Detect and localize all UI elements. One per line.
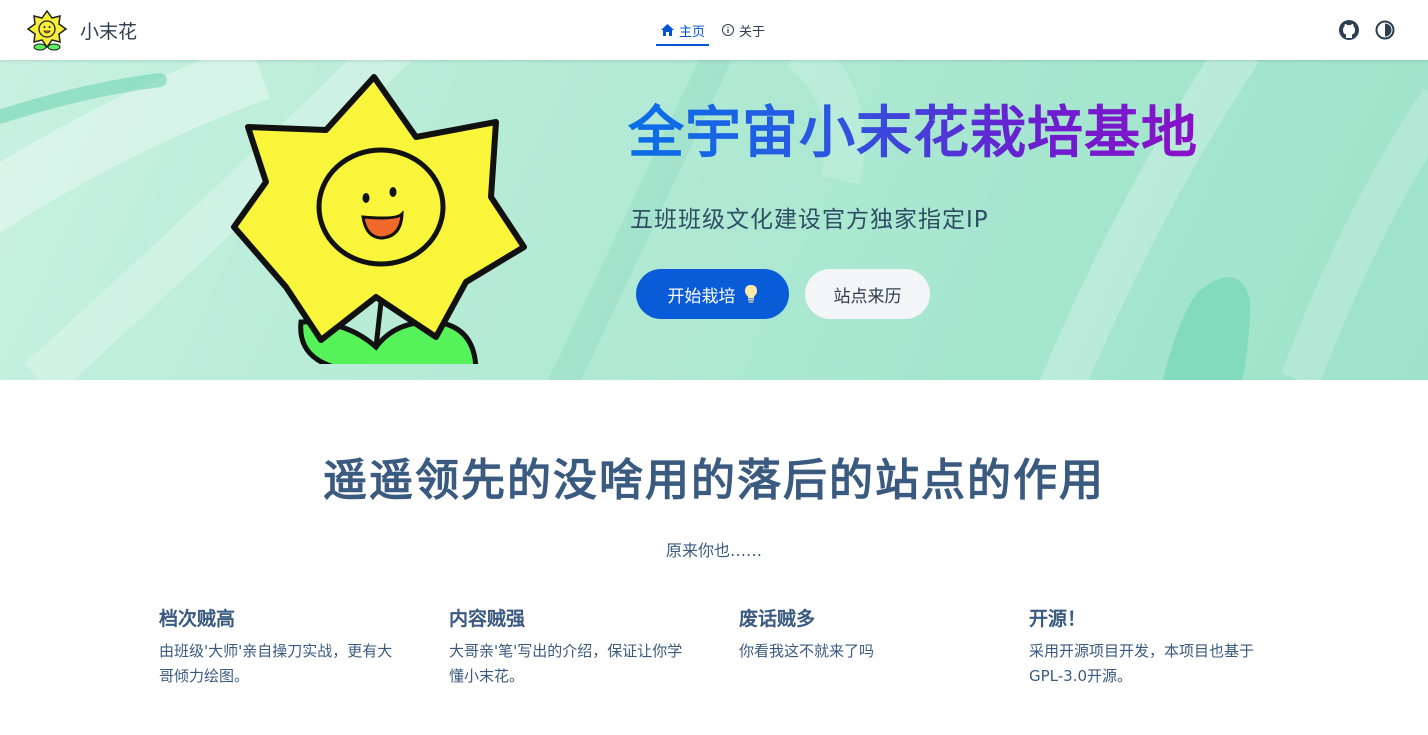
feature-card: 内容贼强 大哥亲'笔'写出的介绍，保证让你学懂小末花。 bbox=[449, 604, 694, 689]
sunflower-mascot-image bbox=[231, 74, 527, 364]
feature-title: 废话贼多 bbox=[739, 608, 816, 630]
start-cultivating-button[interactable]: 开始栽培 bbox=[636, 269, 789, 319]
github-icon[interactable] bbox=[1338, 19, 1360, 41]
nav-links: 主页 关于 bbox=[656, 0, 765, 60]
features-subtitle: 原来你也…… bbox=[665, 541, 762, 560]
feature-desc: 大哥亲'笔'写出的介绍，保证让你学懂小末花。 bbox=[449, 642, 683, 685]
feature-card: 开源！ 采用开源项目开发，本项目也基于GPL-3.0开源。 bbox=[1029, 604, 1274, 689]
feature-title: 内容贼强 bbox=[449, 608, 526, 630]
feature-desc: 采用开源项目开发，本项目也基于GPL-3.0开源。 bbox=[1029, 642, 1255, 685]
feature-card: 档次贼高 由班级'大师'亲自操刀实战，更有大哥倾力绘图。 bbox=[159, 604, 404, 689]
nav-item-about-label: 关于 bbox=[739, 24, 766, 40]
hero-banner: 全宇宙小末花栽培基地 五班班级文化建设官方独家指定IP 开始栽培 站点来历 bbox=[0, 60, 1428, 380]
brand-name: 小末花 bbox=[80, 20, 138, 43]
feature-card: 废话贼多 你看我这不就来了吗 bbox=[739, 604, 984, 664]
feature-desc: 你看我这不就来了吗 bbox=[739, 642, 875, 660]
feature-title: 档次贼高 bbox=[159, 608, 236, 630]
info-icon bbox=[722, 24, 735, 36]
brand-link[interactable]: 小末花 bbox=[26, 9, 137, 51]
site-history-button[interactable]: 站点来历 bbox=[805, 269, 930, 319]
nav-item-about[interactable]: 关于 bbox=[721, 0, 765, 60]
start-cultivating-label: 开始栽培 bbox=[667, 286, 736, 307]
nav-item-home-label: 主页 bbox=[679, 24, 706, 40]
features-title: 遥遥领先的没啥用的落后的站点的作用 bbox=[323, 455, 1105, 506]
sunflower-logo-icon bbox=[26, 9, 68, 51]
nav-actions bbox=[1324, 19, 1396, 41]
feature-desc: 由班级'大师'亲自操刀实战，更有大哥倾力绘图。 bbox=[159, 642, 393, 685]
hero-title: 全宇宙小末花栽培基地 bbox=[628, 88, 1198, 169]
lightbulb-icon bbox=[744, 285, 757, 303]
navbar: 小末花 主页 关于 bbox=[0, 0, 1428, 60]
home-icon bbox=[661, 24, 674, 36]
theme-toggle-icon[interactable] bbox=[1374, 19, 1396, 41]
nav-item-home[interactable]: 主页 bbox=[656, 0, 710, 60]
feature-title: 开源！ bbox=[1029, 608, 1087, 630]
hero-tagline: 五班班级文化建设官方独家指定IP bbox=[630, 207, 989, 233]
